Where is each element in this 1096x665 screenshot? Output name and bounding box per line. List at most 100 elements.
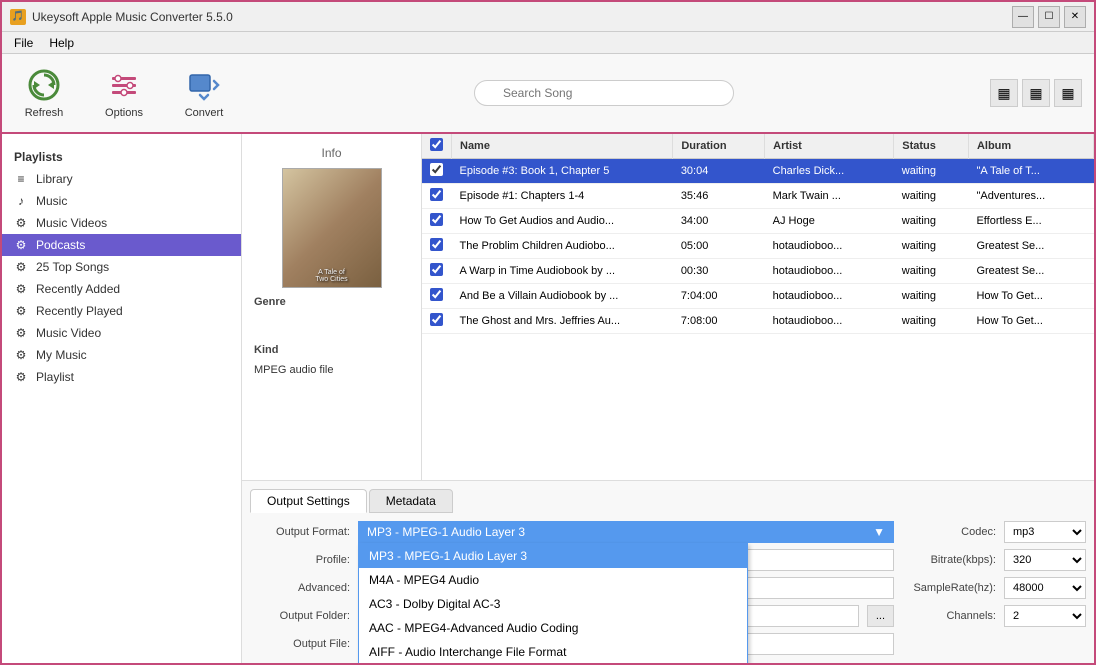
cell-artist: AJ Hoge [765,209,894,234]
view-button-3[interactable]: ▦ [1054,79,1082,107]
cell-duration: 05:00 [673,234,765,259]
select-all-checkbox[interactable] [430,138,443,151]
bitrate-select[interactable]: 320 [1004,549,1086,571]
format-option-3[interactable]: AAC - MPEG4-Advanced Audio Coding [359,616,747,640]
sidebar-item-music-videos[interactable]: ⚙ Music Videos [2,212,241,234]
settings-grid: Output Format: MP3 - MPEG-1 Audio Layer … [250,521,1086,655]
refresh-icon [26,67,62,103]
convert-icon [186,67,222,103]
cell-duration: 35:46 [673,184,765,209]
row-checkbox[interactable] [430,163,443,176]
sidebar-item-podcasts[interactable]: ⚙ Podcasts [2,234,241,256]
table-row: How To Get Audios and Audio...34:00AJ Ho… [422,209,1094,234]
app-icon: 🎵 [10,9,26,25]
view-button-1[interactable]: ▦ [990,79,1018,107]
samplerate-label: SampleRate(hz): [906,582,996,594]
format-option-4[interactable]: AIFF - Audio Interchange File Format [359,640,747,663]
row-checkbox[interactable] [430,238,443,251]
cell-status: waiting [894,284,969,309]
cell-album: Greatest Se... [968,259,1093,284]
cell-name: The Ghost and Mrs. Jeffries Au... [452,309,673,334]
format-dropdown[interactable]: MP3 - MPEG-1 Audio Layer 3 ▼ [358,521,894,543]
sidebar-item-recently-added[interactable]: ⚙ Recently Added [2,278,241,300]
cell-duration: 7:04:00 [673,284,765,309]
menu-file[interactable]: File [6,34,41,52]
sidebar-item-label-playlist: Playlist [36,370,74,384]
cell-duration: 30:04 [673,159,765,184]
close-button[interactable]: ✕ [1064,6,1086,28]
maximize-button[interactable]: ☐ [1038,6,1060,28]
sidebar-item-25-top-songs[interactable]: ⚙ 25 Top Songs [2,256,241,278]
tab-output-settings[interactable]: Output Settings [250,489,367,513]
row-checkbox[interactable] [430,188,443,201]
dropdown-arrow: ▼ [873,525,885,539]
my-music-icon: ⚙ [14,348,28,362]
cell-name: The Problim Children Audiobo... [452,234,673,259]
options-icon [106,67,142,103]
cell-status: waiting [894,184,969,209]
codec-select[interactable]: mp3 [1004,521,1086,543]
cell-album: "Adventures... [968,184,1093,209]
sidebar-section-title: Playlists [2,142,241,168]
sidebar-item-label-recently-added: Recently Added [36,282,120,296]
profile-label: Profile: [250,554,350,566]
sidebar-item-my-music[interactable]: ⚙ My Music [2,344,241,366]
album-art-inner: A Tale ofTwo Cities [283,169,381,287]
row-checkbox[interactable] [430,263,443,276]
recently-played-icon: ⚙ [14,304,28,318]
menu-help[interactable]: Help [41,34,82,52]
toolbar: Refresh Options [2,54,1094,134]
sidebar-item-label-podcasts: Podcasts [36,238,85,252]
format-option-0[interactable]: MP3 - MPEG-1 Audio Layer 3 [359,544,747,568]
format-label: Output Format: [250,526,350,538]
cell-artist: hotaudioboo... [765,284,894,309]
search-input[interactable] [474,80,734,106]
col-check [422,134,452,159]
options-button[interactable]: Options [94,63,154,123]
sidebar-item-label-music-video: Music Video [36,326,101,340]
refresh-button[interactable]: Refresh [14,63,74,123]
browse-button[interactable]: ... [867,605,894,627]
minimize-button[interactable]: — [1012,6,1034,28]
cell-album: "A Tale of T... [968,159,1093,184]
podcasts-icon: ⚙ [14,238,28,252]
table-row: The Problim Children Audiobo...05:00hota… [422,234,1094,259]
main-window: 🎵 Ukeysoft Apple Music Converter 5.5.0 —… [0,0,1096,665]
row-checkbox[interactable] [430,213,443,226]
top-songs-icon: ⚙ [14,260,28,274]
codec-label: Codec: [906,526,996,538]
sidebar-item-label-recently-played: Recently Played [36,304,123,318]
format-option-2[interactable]: AC3 - Dolby Digital AC-3 [359,592,747,616]
sidebar-item-label-25-top-songs: 25 Top Songs [36,260,109,274]
file-label: Output File: [250,638,350,650]
cell-status: waiting [894,309,969,334]
channels-row: Channels: 2 [906,605,1086,627]
folder-label: Output Folder: [250,610,350,622]
format-option-1[interactable]: M4A - MPEG4 Audio [359,568,747,592]
cell-artist: Mark Twain ... [765,184,894,209]
samplerate-select[interactable]: 48000 [1004,577,1086,599]
col-status: Status [894,134,969,159]
sidebar-item-label-music: Music [36,194,67,208]
tab-metadata[interactable]: Metadata [369,489,453,513]
cell-status: waiting [894,159,969,184]
sidebar-item-library[interactable]: ≡ Library [2,168,241,190]
sidebar-item-playlist[interactable]: ⚙ Playlist [2,366,241,388]
row-checkbox[interactable] [430,288,443,301]
cell-name: How To Get Audios and Audio... [452,209,673,234]
format-dropdown-container: MP3 - MPEG-1 Audio Layer 3 ▼ MP3 - MPEG-… [358,521,894,543]
row-checkbox[interactable] [430,313,443,326]
cell-artist: hotaudioboo... [765,259,894,284]
sidebar-item-music[interactable]: ♪ Music [2,190,241,212]
sidebar-item-recently-played[interactable]: ⚙ Recently Played [2,300,241,322]
window-title: Ukeysoft Apple Music Converter 5.5.0 [32,10,233,24]
channels-select[interactable]: 2 [1004,605,1086,627]
cell-artist: hotaudioboo... [765,309,894,334]
convert-button[interactable]: Convert [174,63,234,123]
view-button-2[interactable]: ▦ [1022,79,1050,107]
col-album: Album [968,134,1093,159]
sidebar-item-music-video[interactable]: ⚙ Music Video [2,322,241,344]
album-art-text: A Tale ofTwo Cities [287,269,377,283]
format-row: Output Format: MP3 - MPEG-1 Audio Layer … [250,521,894,543]
info-panel: Info A Tale ofTwo Cities Genre Kind MPEG… [242,134,422,480]
